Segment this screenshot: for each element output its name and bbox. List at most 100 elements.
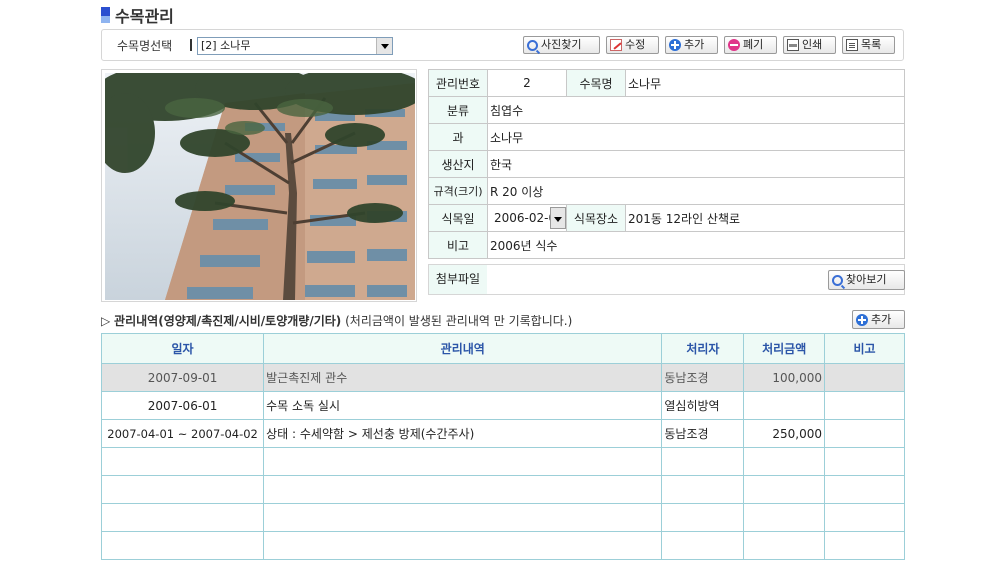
- title-bullet-icon: [101, 7, 110, 23]
- history-add-label: 추가: [871, 312, 892, 326]
- printer-icon: [787, 39, 799, 51]
- tree-photo-frame: [101, 69, 417, 302]
- row-amount: [743, 531, 825, 560]
- class-label: 분류: [428, 96, 488, 124]
- history-add-button[interactable]: 추가: [852, 310, 905, 329]
- row-detail: 상태 : 수세약함 > 제선충 방제(수간주사): [263, 419, 663, 448]
- list-icon: [846, 39, 858, 51]
- toolbar: 수목명선택 [2] 소나무 사진찾기 수정 추가 폐기 인쇄 목록: [101, 29, 904, 61]
- table-row[interactable]: 2007-06-01 수목 소독 실시 열심히방역: [100, 391, 906, 420]
- row-amount: [743, 503, 825, 532]
- row-detail: [263, 475, 663, 504]
- page-header: 수목관리: [101, 3, 174, 27]
- add-button[interactable]: 추가: [665, 36, 718, 54]
- row-handler: [661, 503, 745, 532]
- row-note: [823, 503, 906, 532]
- id-label: 관리번호: [428, 69, 488, 97]
- row-detail: [263, 531, 663, 560]
- list-button[interactable]: 목록: [842, 36, 895, 54]
- row-note: [823, 419, 906, 448]
- family-label: 과: [428, 123, 488, 151]
- table-row[interactable]: [100, 531, 906, 560]
- row-date: [100, 531, 265, 560]
- history-title: 관리내역(영양제/촉진제/시비/토양개량/기타): [114, 314, 342, 328]
- name-label: 수목명: [566, 69, 626, 97]
- row-handler: [661, 447, 745, 476]
- table-row[interactable]: 2007-04-01 ~ 2007-04-02 상태 : 수세약함 > 제선충 …: [100, 419, 906, 448]
- planted-date-picker[interactable]: 2006-02-02: [487, 204, 567, 232]
- place-label: 식목장소: [566, 204, 626, 232]
- tree-info-table: 관리번호 2 수목명 소나무 분류 침엽수 과 소나무 생산지 한국 규격(크기…: [428, 69, 905, 259]
- row-date: [100, 447, 265, 476]
- discard-button[interactable]: 폐기: [724, 36, 777, 54]
- history-subtitle: (처리금액이 발생된 관리내역 만 기록합니다.): [345, 314, 573, 328]
- row-detail: [263, 503, 663, 532]
- col-handler: 처리자: [661, 333, 745, 364]
- edit-label: 수정: [625, 38, 646, 51]
- list-label: 목록: [861, 38, 882, 51]
- add-label: 추가: [684, 38, 705, 51]
- col-date: 일자: [100, 333, 265, 364]
- tree-select[interactable]: [2] 소나무: [197, 37, 393, 55]
- row-note: [823, 475, 906, 504]
- row-date: [100, 475, 265, 504]
- table-row[interactable]: [100, 475, 906, 504]
- name-value: 소나무: [625, 69, 905, 97]
- row-handler: [661, 475, 745, 504]
- plus-circle-icon: [856, 313, 868, 326]
- find-photo-label: 사진찾기: [541, 38, 582, 51]
- row-amount: 100,000: [743, 363, 825, 392]
- row-date: 2007-06-01: [100, 391, 265, 420]
- history-table: 일자 관리내역 처리자 처리금액 비고 2007-09-01 발근촉진제 관수 …: [100, 333, 906, 560]
- note-label: 비고: [428, 231, 488, 259]
- attachment-label: 첨부파일: [429, 265, 487, 294]
- family-value: 소나무: [487, 123, 905, 151]
- class-value: 침엽수: [487, 96, 905, 124]
- minus-circle-icon: [728, 39, 740, 51]
- row-detail: 수목 소독 실시: [263, 391, 663, 420]
- search-icon: [527, 39, 538, 51]
- history-section-title: ▷ 관리내역(영양제/촉진제/시비/토양개량/기타) (처리금액이 발생된 관리…: [101, 312, 572, 329]
- row-note: [823, 391, 906, 420]
- row-handler: 동남조경: [661, 363, 745, 392]
- table-row[interactable]: [100, 447, 906, 476]
- chevron-down-icon[interactable]: [376, 38, 392, 54]
- tree-select-value: [2] 소나무: [201, 39, 251, 52]
- row-note: [823, 531, 906, 560]
- row-date: 2007-09-01: [100, 363, 265, 392]
- place-value: 201동 12라인 산책로: [625, 204, 905, 232]
- print-button[interactable]: 인쇄: [783, 36, 836, 54]
- row-amount: [743, 447, 825, 476]
- row-handler: 동남조경: [661, 419, 745, 448]
- chevron-down-icon[interactable]: [550, 207, 566, 229]
- col-amount: 처리금액: [743, 333, 825, 364]
- triangle-right-icon: ▷: [101, 314, 115, 328]
- row-detail: [263, 447, 663, 476]
- browse-button[interactable]: 찾아보기: [828, 270, 905, 290]
- plus-circle-icon: [669, 39, 681, 51]
- row-detail: 발근촉진제 관수: [263, 363, 663, 392]
- attachment-row: 첨부파일 찾아보기: [428, 264, 905, 295]
- origin-value: 한국: [487, 150, 905, 178]
- row-amount: 250,000: [743, 419, 825, 448]
- size-label: 규격(크기): [428, 177, 488, 205]
- browse-label: 찾아보기: [846, 273, 887, 286]
- tree-photo: [105, 73, 415, 300]
- find-photo-button[interactable]: 사진찾기: [523, 36, 600, 54]
- page-title: 수목관리: [115, 7, 174, 26]
- id-value: 2: [487, 69, 567, 97]
- discard-label: 폐기: [743, 38, 764, 51]
- row-amount: [743, 475, 825, 504]
- col-note: 비고: [823, 333, 906, 364]
- row-handler: [661, 531, 745, 560]
- planted-label: 식목일: [428, 204, 488, 232]
- label-separator: [190, 39, 192, 51]
- print-label: 인쇄: [802, 38, 823, 51]
- row-note: [823, 447, 906, 476]
- edit-button[interactable]: 수정: [606, 36, 659, 54]
- table-row[interactable]: [100, 503, 906, 532]
- origin-label: 생산지: [428, 150, 488, 178]
- table-row[interactable]: 2007-09-01 발근촉진제 관수 동남조경 100,000: [100, 363, 906, 392]
- history-header-row: 일자 관리내역 처리자 처리금액 비고: [100, 333, 906, 364]
- row-date: [100, 503, 265, 532]
